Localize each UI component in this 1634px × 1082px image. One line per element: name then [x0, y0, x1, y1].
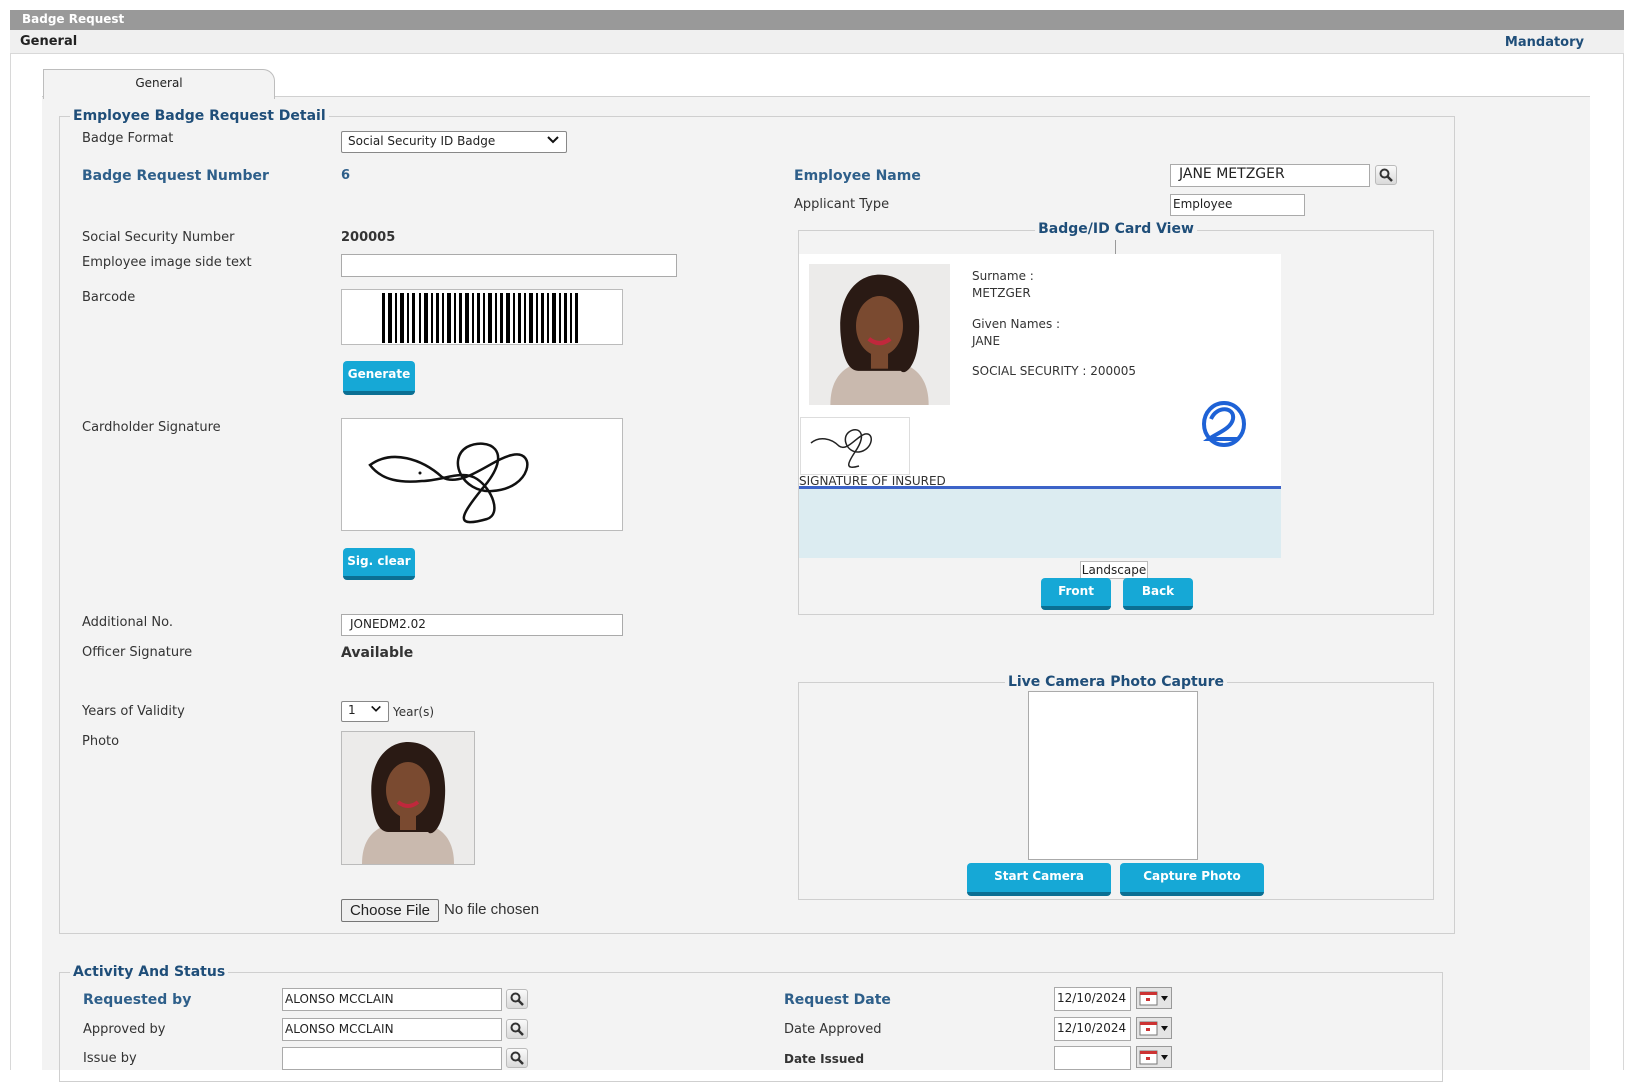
badge-format-label: Badge Format: [82, 131, 174, 146]
capture-photo-button[interactable]: Capture Photo: [1120, 863, 1264, 896]
orientation-label[interactable]: Landscape: [1080, 561, 1148, 579]
chevron-down-icon: [370, 703, 382, 718]
badge-detail-legend: Employee Badge Request Detail: [70, 108, 329, 124]
date-approved-calendar-button[interactable]: [1136, 1017, 1172, 1039]
requested-by-label: Requested by: [83, 992, 192, 1008]
activity-fieldset: [59, 972, 1443, 1082]
card-given-value: JANE: [972, 334, 1001, 348]
badge-request-number-label: Badge Request Number: [82, 168, 269, 184]
section-header: General Mandatory: [10, 30, 1624, 54]
barcode-image: [341, 289, 623, 345]
date-approved-input[interactable]: 12/10/2024: [1054, 1017, 1131, 1041]
date-approved-label: Date Approved: [784, 1022, 882, 1037]
camera-legend: Live Camera Photo Capture: [1004, 674, 1228, 690]
issue-by-input[interactable]: [282, 1047, 502, 1070]
applicant-type-label: Applicant Type: [794, 197, 890, 212]
issue-by-label: Issue by: [83, 1051, 137, 1066]
card-view-divider: [1115, 240, 1116, 254]
additional-no-input[interactable]: JONEDM2.02: [341, 614, 623, 636]
officer-signature-label: Officer Signature: [82, 645, 193, 660]
start-camera-button[interactable]: Start Camera: [967, 863, 1111, 896]
employee-search-button[interactable]: [1375, 165, 1397, 185]
requested-by-input[interactable]: ALONSO MCCLAIN: [282, 988, 502, 1011]
years-unit-label: Year(s): [393, 705, 435, 719]
card-surname-value: METZGER: [972, 286, 1031, 300]
date-issued-input[interactable]: [1054, 1046, 1131, 1070]
photo-label: Photo: [82, 734, 120, 749]
date-issued-label: Date Issued: [784, 1052, 865, 1066]
image-side-text-input[interactable]: [341, 254, 677, 277]
card-ssn-line: SOCIAL SECURITY : 200005: [972, 364, 1137, 378]
card-back-button[interactable]: Back: [1123, 578, 1193, 610]
tab-general[interactable]: General: [43, 69, 275, 99]
calendar-icon: [1137, 991, 1171, 1012]
activity-legend: Activity And Status: [70, 964, 229, 980]
calendar-icon: [1137, 1050, 1171, 1071]
window-title: Badge Request: [22, 12, 125, 26]
card-given-label: Given Names :: [972, 317, 1061, 331]
issue-by-search-button[interactable]: [506, 1048, 528, 1068]
approved-by-input[interactable]: ALONSO MCCLAIN: [282, 1018, 502, 1041]
cardholder-signature-label: Cardholder Signature: [82, 420, 221, 435]
applicant-type-input[interactable]: Employee: [1170, 194, 1305, 216]
employee-name-input[interactable]: JANE METZGER: [1170, 164, 1370, 187]
date-issued-calendar-button[interactable]: [1136, 1046, 1172, 1068]
ssn-value: 200005: [341, 230, 396, 245]
generate-barcode-button[interactable]: Generate: [343, 361, 415, 395]
employee-name-label: Employee Name: [794, 168, 921, 184]
approved-by-search-button[interactable]: [506, 1019, 528, 1039]
card-view-legend: Badge/ID Card View: [1035, 221, 1197, 237]
requested-by-search-button[interactable]: [506, 989, 528, 1009]
request-date-label: Request Date: [784, 992, 891, 1008]
card-photo: [809, 264, 950, 405]
approved-by-label: Approved by: [83, 1022, 166, 1037]
card-logo: [1199, 399, 1249, 449]
chevron-down-icon: [546, 133, 560, 150]
image-side-text-label: Employee image side text: [82, 255, 252, 270]
choose-file-button[interactable]: Choose File: [341, 899, 439, 922]
signature-pad[interactable]: [341, 418, 623, 531]
additional-no-label: Additional No.: [82, 615, 173, 630]
file-status-text: No file chosen: [444, 901, 540, 918]
request-date-input[interactable]: 12/10/2024: [1054, 987, 1131, 1011]
employee-photo: [341, 731, 475, 865]
request-date-calendar-button[interactable]: [1136, 987, 1172, 1009]
years-validity-value: 1: [348, 703, 356, 717]
section-title: General: [20, 34, 78, 49]
barcode-label: Barcode: [82, 290, 136, 305]
officer-signature-value: Available: [341, 645, 414, 661]
years-validity-label: Years of Validity: [82, 704, 185, 719]
calendar-icon: [1137, 1021, 1171, 1042]
window-titlebar: Badge Request: [10, 10, 1624, 30]
badge-format-value: Social Security ID Badge: [348, 134, 496, 148]
card-surname-label: Surname :: [972, 269, 1034, 283]
id-card-front: Surname : METZGER Given Names : JANE SOC…: [799, 254, 1281, 558]
card-signature: [800, 417, 910, 475]
mandatory-link[interactable]: Mandatory: [1505, 35, 1584, 50]
card-front-button[interactable]: Front: [1041, 578, 1111, 610]
card-footer-band: [799, 489, 1281, 558]
camera-preview: [1028, 691, 1198, 860]
ssn-label: Social Security Number: [82, 230, 235, 245]
badge-format-select[interactable]: Social Security ID Badge: [341, 131, 567, 153]
years-validity-select[interactable]: 1: [341, 701, 389, 722]
badge-request-number-value: 6: [341, 168, 351, 183]
signature-clear-button[interactable]: Sig. clear: [343, 548, 415, 580]
